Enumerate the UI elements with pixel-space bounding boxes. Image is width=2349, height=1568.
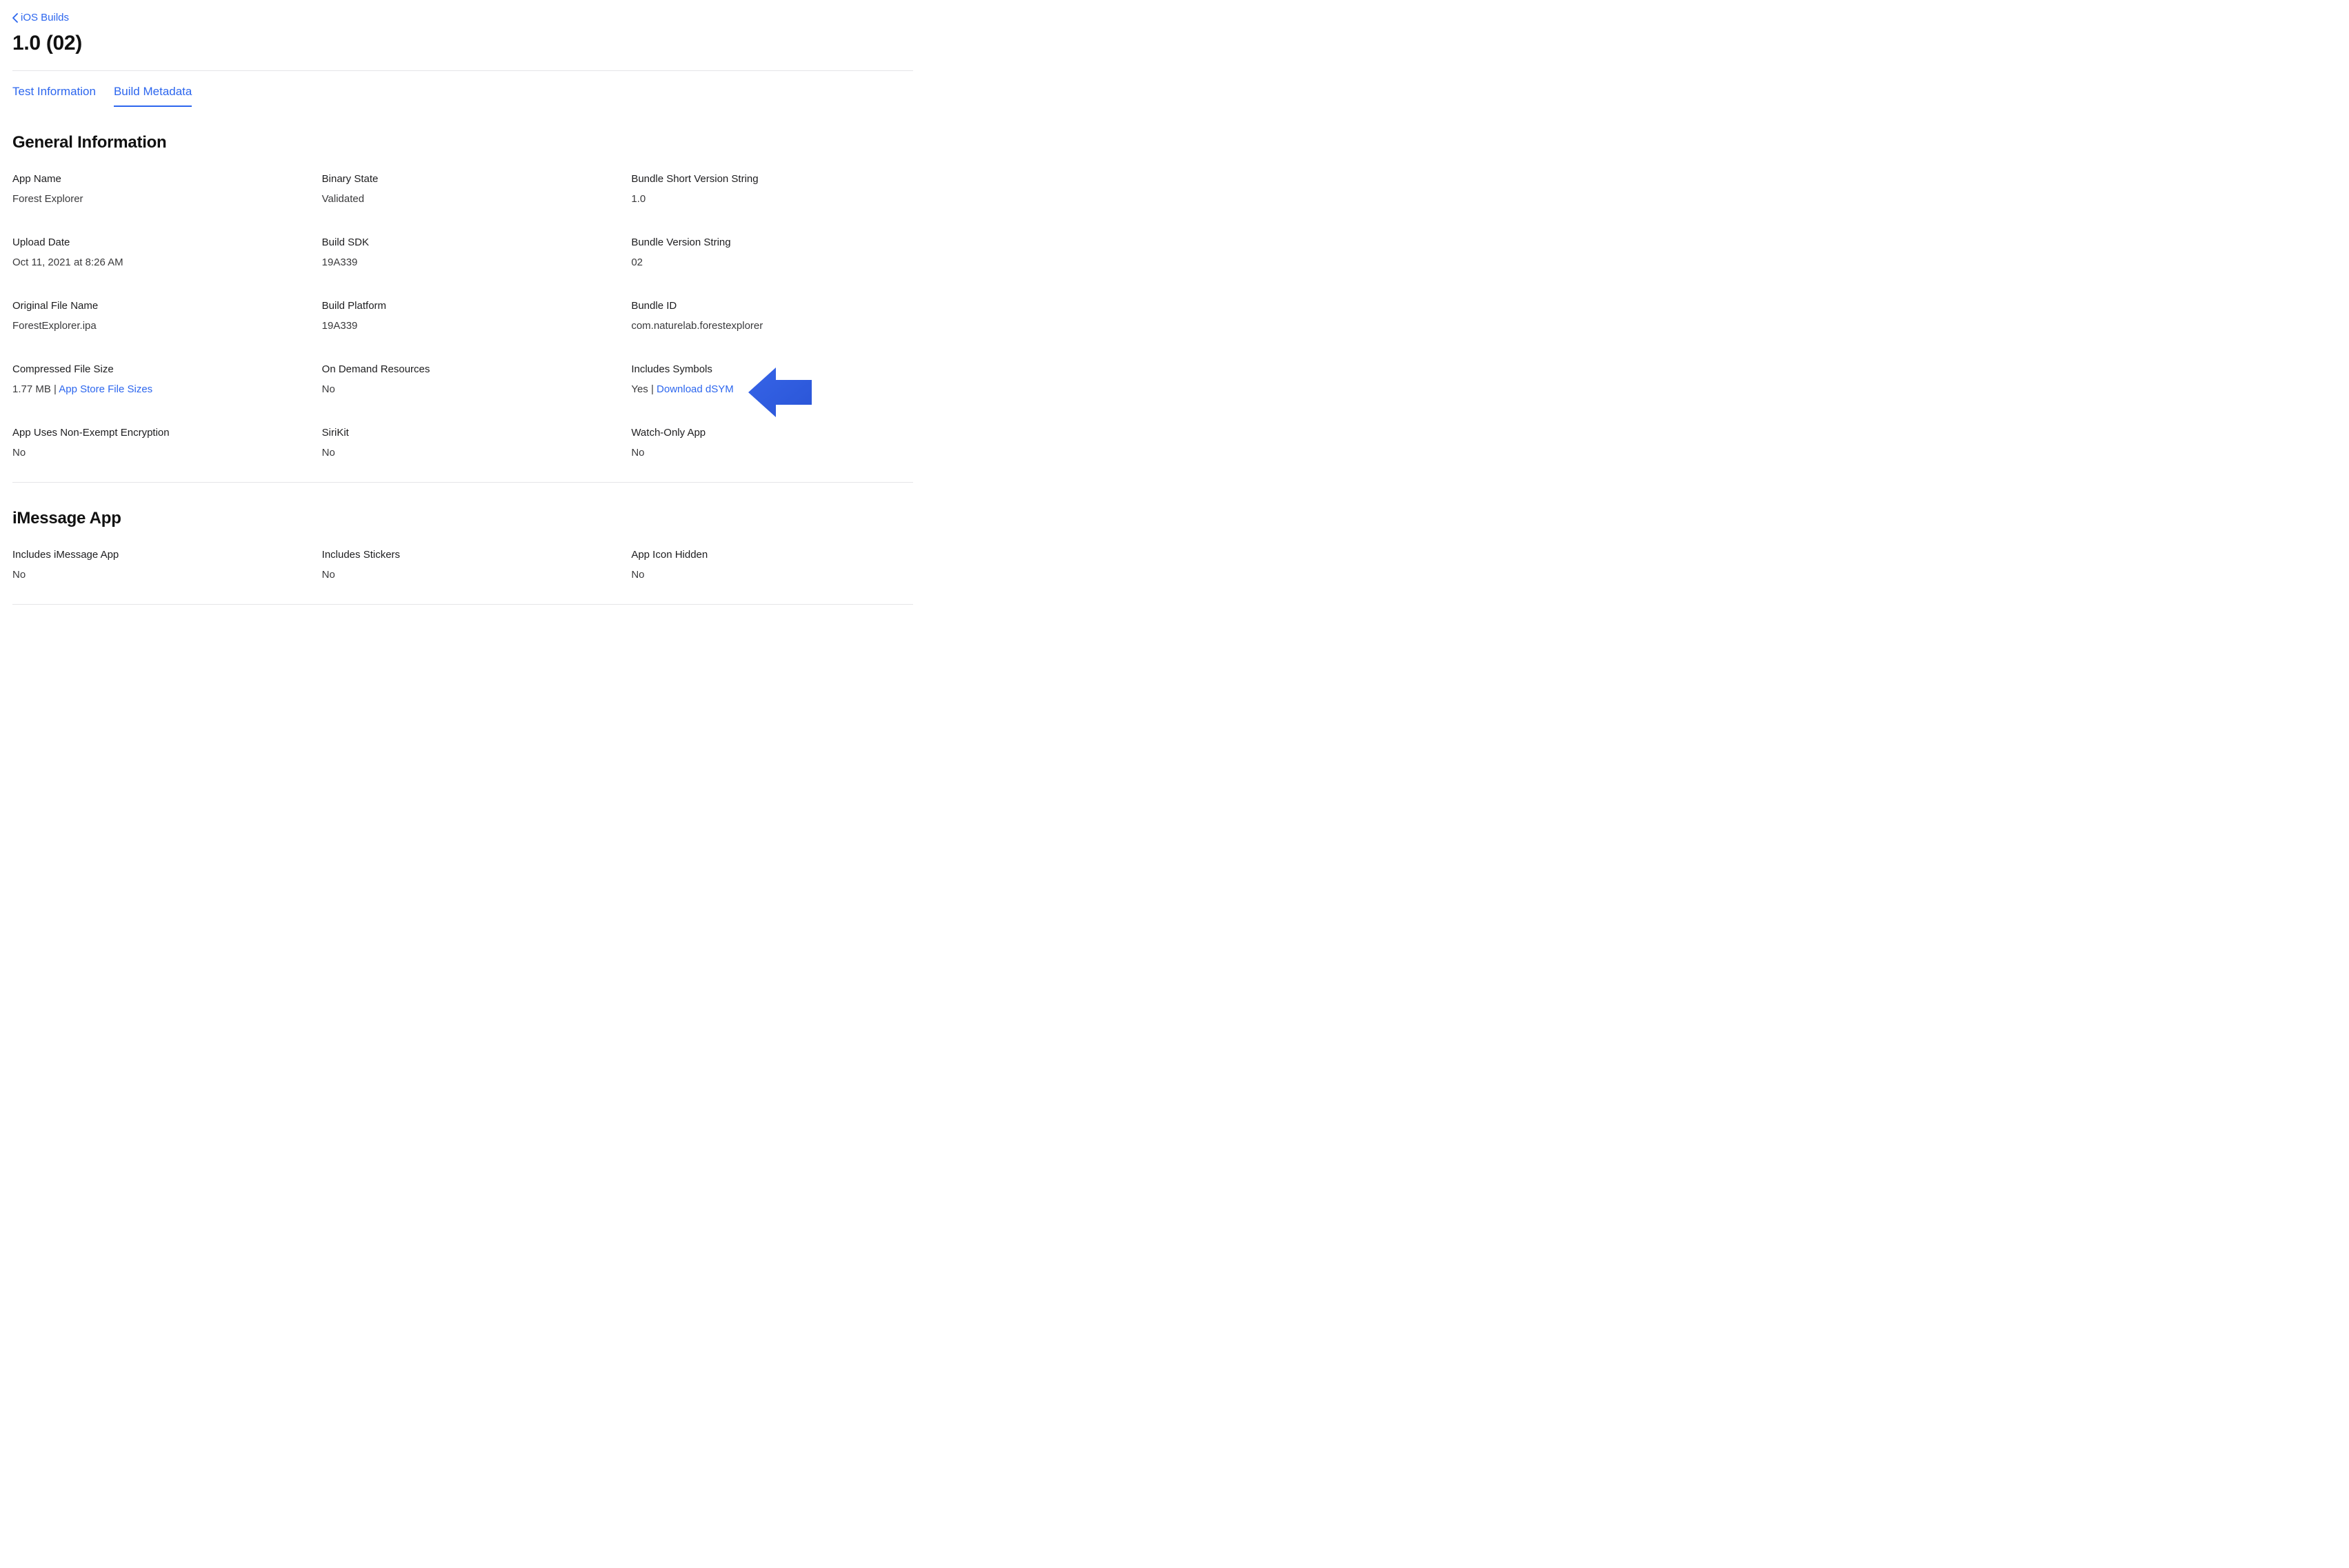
field-label: Original File Name	[12, 300, 294, 312]
field-non-exempt-encryption: App Uses Non-Exempt Encryption No	[12, 427, 294, 459]
field-value: No	[631, 569, 913, 581]
field-compressed-file-size: Compressed File Size 1.77 MB | App Store…	[12, 363, 294, 395]
page-title: 1.0 (02)	[12, 32, 913, 55]
field-value: No	[322, 447, 604, 459]
field-watch-only-app: Watch-Only App No	[631, 427, 913, 459]
field-label: Includes Stickers	[322, 549, 604, 561]
field-includes-symbols: Includes Symbols Yes | Download dSYM	[631, 363, 913, 395]
field-value: No	[631, 447, 913, 459]
field-label: On Demand Resources	[322, 363, 604, 375]
field-value: No	[12, 447, 294, 459]
imessage-grid: Includes iMessage App No Includes Sticke…	[12, 549, 913, 581]
field-value: No	[322, 569, 604, 581]
field-label: Includes Symbols	[631, 363, 913, 375]
field-value: Forest Explorer	[12, 193, 294, 205]
field-label: SiriKit	[322, 427, 604, 439]
section-title-imessage: iMessage App	[12, 509, 913, 528]
field-includes-stickers: Includes Stickers No	[322, 549, 604, 581]
general-grid: App Name Forest Explorer Binary State Va…	[12, 173, 913, 459]
field-app-icon-hidden: App Icon Hidden No	[631, 549, 913, 581]
field-sirikit: SiriKit No	[322, 427, 604, 459]
field-value: No	[322, 383, 604, 395]
field-label: App Icon Hidden	[631, 549, 913, 561]
download-dsym-link[interactable]: Download dSYM	[657, 383, 734, 395]
field-bundle-short-version: Bundle Short Version String 1.0	[631, 173, 913, 205]
field-value: Validated	[322, 193, 604, 205]
tab-build-metadata[interactable]: Build Metadata	[114, 85, 192, 107]
field-binary-state: Binary State Validated	[322, 173, 604, 205]
field-value: com.naturelab.forestexplorer	[631, 320, 913, 332]
field-value: 02	[631, 257, 913, 268]
field-build-platform: Build Platform 19A339	[322, 300, 604, 332]
field-app-name: App Name Forest Explorer	[12, 173, 294, 205]
tab-test-information[interactable]: Test Information	[12, 85, 96, 107]
field-label: Build SDK	[322, 237, 604, 248]
page-root: iOS Builds 1.0 (02) Test Information Bui…	[0, 0, 926, 659]
field-value: 19A339	[322, 320, 604, 332]
back-link-label: iOS Builds	[21, 10, 69, 26]
field-includes-imessage-app: Includes iMessage App No	[12, 549, 294, 581]
field-label: Binary State	[322, 173, 604, 185]
field-value: Oct 11, 2021 at 8:26 AM	[12, 257, 294, 268]
tabs: Test Information Build Metadata	[12, 71, 913, 107]
app-store-file-sizes-link[interactable]: App Store File Sizes	[59, 383, 152, 395]
section-divider	[12, 482, 913, 483]
field-on-demand-resources: On Demand Resources No	[322, 363, 604, 395]
field-value: 19A339	[322, 257, 604, 268]
field-value: No	[12, 569, 294, 581]
field-label: Bundle Short Version String	[631, 173, 913, 185]
section-general-information: General Information App Name Forest Expl…	[12, 133, 913, 459]
field-upload-date: Upload Date Oct 11, 2021 at 8:26 AM	[12, 237, 294, 268]
field-label: Watch-Only App	[631, 427, 913, 439]
field-value: ForestExplorer.ipa	[12, 320, 294, 332]
value-prefix: Yes |	[631, 383, 657, 395]
section-imessage-app: iMessage App Includes iMessage App No In…	[12, 509, 913, 581]
field-original-file-name: Original File Name ForestExplorer.ipa	[12, 300, 294, 332]
field-label: Bundle Version String	[631, 237, 913, 248]
field-label: Upload Date	[12, 237, 294, 248]
chevron-left-icon	[12, 13, 18, 23]
field-label: App Name	[12, 173, 294, 185]
field-value: 1.77 MB | App Store File Sizes	[12, 383, 294, 395]
section-title-general: General Information	[12, 133, 913, 152]
field-build-sdk: Build SDK 19A339	[322, 237, 604, 268]
section-divider	[12, 604, 913, 605]
field-bundle-id: Bundle ID com.naturelab.forestexplorer	[631, 300, 913, 332]
field-bundle-version: Bundle Version String 02	[631, 237, 913, 268]
value-prefix: 1.77 MB |	[12, 383, 59, 395]
field-label: Includes iMessage App	[12, 549, 294, 561]
field-label: Build Platform	[322, 300, 604, 312]
field-label: App Uses Non-Exempt Encryption	[12, 427, 294, 439]
field-value: Yes | Download dSYM	[631, 383, 913, 395]
field-label: Bundle ID	[631, 300, 913, 312]
field-value: 1.0	[631, 193, 913, 205]
field-label: Compressed File Size	[12, 363, 294, 375]
back-link[interactable]: iOS Builds	[12, 10, 69, 26]
